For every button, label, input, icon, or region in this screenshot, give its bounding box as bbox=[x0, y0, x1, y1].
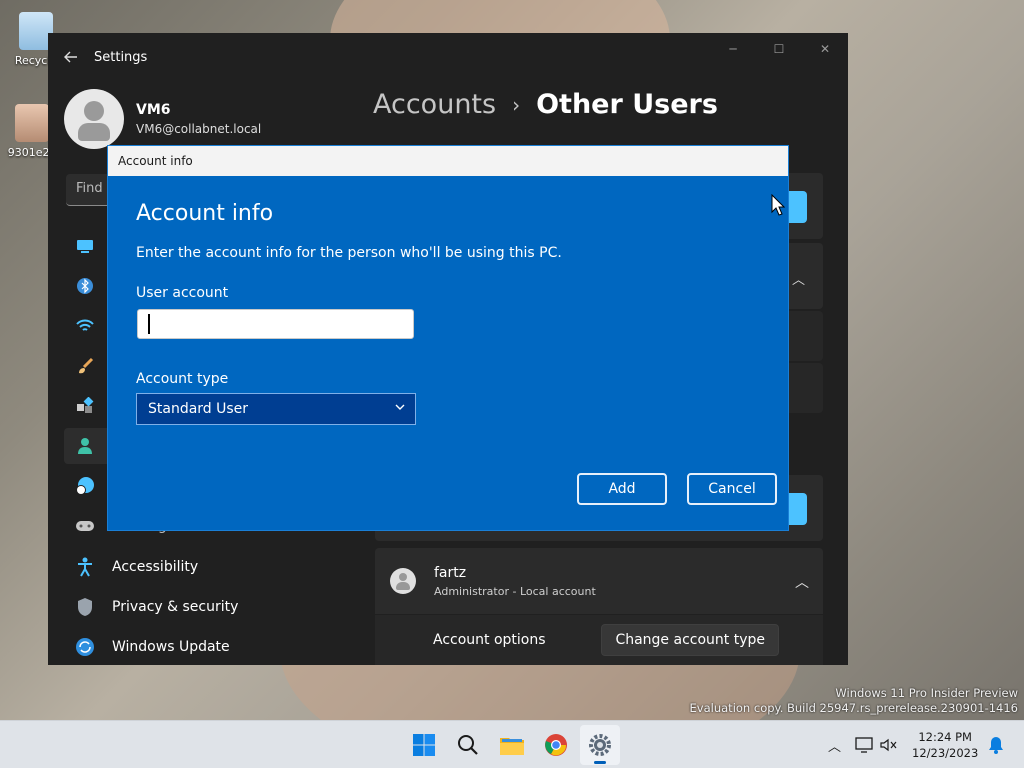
file-explorer-icon bbox=[500, 738, 524, 755]
arrow-left-icon bbox=[64, 51, 77, 63]
account-type-value: Standard User bbox=[148, 401, 249, 417]
user-profile[interactable]: VM6 VM6@collabnet.local bbox=[64, 89, 261, 149]
account-options-label: Account options bbox=[433, 632, 546, 648]
account-options-row: Account options Change account type bbox=[375, 615, 823, 665]
user-name: fartz bbox=[434, 564, 467, 581]
add-button[interactable]: Add bbox=[577, 473, 667, 505]
chrome-button[interactable] bbox=[536, 725, 576, 765]
nav-item-windows-update[interactable]: Windows Update bbox=[64, 629, 354, 665]
file-explorer-button[interactable] bbox=[492, 725, 532, 765]
chrome-icon bbox=[545, 734, 567, 756]
system-icon bbox=[74, 235, 96, 257]
taskbar-clock[interactable]: 12:24 PM 12/23/2023 bbox=[912, 729, 978, 761]
breadcrumb-parent[interactable]: Accounts bbox=[373, 89, 496, 120]
wifi-icon bbox=[74, 315, 96, 337]
start-button[interactable] bbox=[404, 725, 444, 765]
nav-item-label: Windows Update bbox=[112, 639, 230, 655]
taskbar: ︿ 12:24 PM 12/23/2023 bbox=[0, 720, 1024, 768]
app-title: Settings bbox=[94, 49, 148, 65]
minimize-button[interactable]: ─ bbox=[710, 33, 756, 65]
clock-date: 12/23/2023 bbox=[912, 746, 979, 760]
user-account-row[interactable]: fartz Administrator - Local account ︿ bbox=[375, 548, 823, 614]
shield-icon bbox=[74, 596, 96, 618]
nav-item-privacy-security[interactable]: Privacy & security bbox=[64, 589, 354, 625]
windows-watermark: Windows 11 Pro Insider Preview Evaluatio… bbox=[690, 686, 1018, 716]
user-account-input[interactable] bbox=[137, 309, 414, 339]
watermark-line2: Evaluation copy. Build 25947.rs_prerelea… bbox=[689, 701, 1018, 715]
apps-icon bbox=[74, 395, 96, 417]
change-account-type-button[interactable]: Change account type bbox=[601, 624, 779, 656]
time-language-icon bbox=[74, 475, 96, 497]
page-title: Other Users bbox=[536, 89, 718, 120]
profile-name: VM6 bbox=[136, 102, 171, 118]
settings-taskbar-button[interactable] bbox=[580, 725, 620, 765]
breadcrumb-separator: › bbox=[512, 92, 521, 117]
network-display-icon[interactable] bbox=[855, 737, 873, 753]
dialog-heading: Account info bbox=[136, 201, 274, 226]
account-type-label: Account type bbox=[136, 371, 229, 387]
chevron-up-icon[interactable]: ︿ bbox=[795, 572, 809, 592]
close-button[interactable]: ✕ bbox=[802, 33, 848, 65]
breadcrumb: Accounts › Other Users bbox=[373, 89, 718, 120]
cancel-button[interactable]: Cancel bbox=[687, 473, 777, 505]
show-hidden-icons-button[interactable]: ︿ bbox=[828, 736, 841, 755]
text-caret bbox=[148, 314, 150, 334]
avatar bbox=[64, 89, 124, 149]
settings-titlebar: Settings ─ ☐ ✕ bbox=[48, 33, 848, 81]
windows-update-icon bbox=[74, 636, 96, 658]
taskbar-search-button[interactable] bbox=[448, 725, 488, 765]
user-avatar-icon bbox=[390, 568, 416, 594]
accounts-person-icon bbox=[74, 435, 96, 457]
nav-item-label: Accessibility bbox=[112, 559, 199, 575]
chevron-up-icon[interactable]: ︿ bbox=[792, 269, 805, 288]
notification-bell-icon[interactable] bbox=[988, 736, 1004, 754]
user-account-label: User account bbox=[136, 285, 229, 301]
dialog-description: Enter the account info for the person wh… bbox=[136, 245, 562, 261]
maximize-button[interactable]: ☐ bbox=[756, 33, 802, 65]
back-button[interactable] bbox=[48, 33, 94, 81]
active-app-indicator bbox=[594, 761, 606, 764]
user-account-detail: Administrator - Local account bbox=[434, 584, 596, 598]
personalization-brush-icon bbox=[74, 355, 96, 377]
watermark-line1: Windows 11 Pro Insider Preview bbox=[835, 686, 1018, 700]
volume-muted-icon[interactable] bbox=[879, 737, 897, 753]
nav-item-label: Privacy & security bbox=[112, 599, 239, 615]
settings-icon bbox=[589, 734, 611, 756]
clock-time: 12:24 PM bbox=[918, 730, 972, 744]
start-icon bbox=[413, 734, 435, 756]
mouse-cursor-icon bbox=[771, 194, 785, 216]
search-icon bbox=[458, 735, 478, 755]
account-info-dialog: Account info Account info Enter the acco… bbox=[107, 145, 789, 531]
accessibility-icon bbox=[74, 556, 96, 578]
gamepad-icon bbox=[74, 515, 96, 537]
window-controls: ─ ☐ ✕ bbox=[710, 33, 848, 65]
nav-item-accessibility[interactable]: Accessibility bbox=[64, 549, 354, 585]
chevron-down-icon bbox=[395, 404, 405, 410]
dialog-titlebar: Account info bbox=[108, 146, 788, 176]
image-file-icon bbox=[15, 104, 49, 142]
profile-email: VM6@collabnet.local bbox=[136, 122, 262, 136]
bluetooth-icon bbox=[74, 275, 96, 297]
system-tray: ︿ bbox=[828, 721, 897, 768]
account-type-select[interactable]: Standard User bbox=[136, 393, 416, 425]
